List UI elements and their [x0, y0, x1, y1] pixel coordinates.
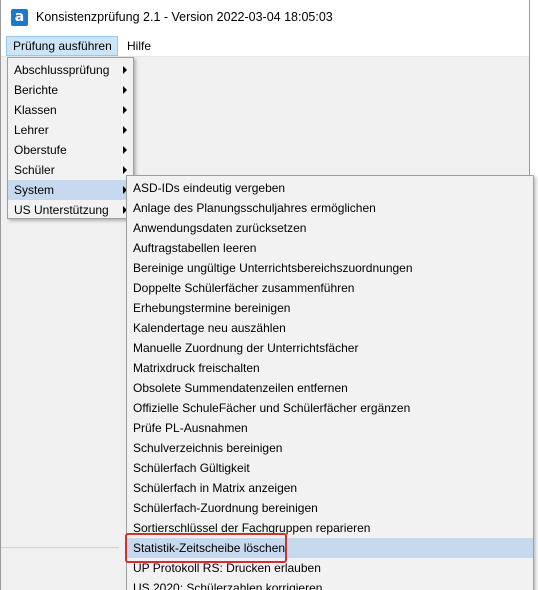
menu-item-label: System: [14, 183, 55, 197]
submenu-item[interactable]: Sortierschlüssel der Fachgruppen reparie…: [127, 518, 533, 538]
app-logo-icon: a: [11, 9, 28, 26]
menu-item-label: Abschlussprüfung: [14, 63, 110, 77]
menu-item-label: Schüler: [14, 163, 55, 177]
submenu-item[interactable]: Schülerfach-Zuordnung bereinigen: [127, 498, 533, 518]
menu-item-us-unterstuetzung[interactable]: US Unterstützung: [8, 200, 133, 220]
screen: a Konsistenzprüfung 2.1 - Version 2022-0…: [0, 0, 538, 590]
submenu-item[interactable]: Anlage des Planungsschuljahres ermöglich…: [127, 198, 533, 218]
submenu-item[interactable]: Obsolete Summendatenzeilen entfernen: [127, 378, 533, 398]
menu-item-label: Oberstufe: [14, 143, 67, 157]
submenu-arrow-icon: [123, 126, 127, 134]
title-bar: a Konsistenzprüfung 2.1 - Version 2022-0…: [1, 0, 529, 34]
status-panel: [1, 547, 119, 590]
menu-item-label: Klassen: [14, 103, 57, 117]
menu-item-label: Berichte: [14, 83, 59, 97]
main-dropdown-menu: Abschlussprüfung Berichte Klassen Lehrer…: [7, 57, 134, 219]
submenu-item[interactable]: Manuelle Zuordnung der Unterrichtsfächer: [127, 338, 533, 358]
submenu-arrow-icon: [123, 146, 127, 154]
menu-bar: Prüfung ausführen Hilfe: [1, 36, 529, 57]
menu-item-abschlusspruefung[interactable]: Abschlussprüfung: [8, 60, 133, 80]
submenu-item[interactable]: Schülerfach in Matrix anzeigen: [127, 478, 533, 498]
menu-item-system[interactable]: System: [8, 180, 133, 200]
submenu-item[interactable]: Erhebungstermine bereinigen: [127, 298, 533, 318]
submenu-item[interactable]: Prüfe PL-Ausnahmen: [127, 418, 533, 438]
submenu-item[interactable]: Matrixdruck freischalten: [127, 358, 533, 378]
submenu-arrow-icon: [123, 66, 127, 74]
menu-item-schueler[interactable]: Schüler: [8, 160, 133, 180]
submenu-arrow-icon: [123, 86, 127, 94]
menu-item-klassen[interactable]: Klassen: [8, 100, 133, 120]
submenu-item[interactable]: US 2020: Schülerzahlen korrigieren: [127, 578, 533, 590]
menu-item-oberstufe[interactable]: Oberstufe: [8, 140, 133, 160]
submenu-item-statistik-zeitscheibe-loeschen[interactable]: Statistik-Zeitscheibe löschen: [127, 538, 533, 558]
submenu-item[interactable]: Kalendertage neu auszählen: [127, 318, 533, 338]
submenu-item[interactable]: Auftragstabellen leeren: [127, 238, 533, 258]
submenu-item[interactable]: Offizielle SchuleFächer und Schülerfäche…: [127, 398, 533, 418]
menu-item-label: Lehrer: [14, 123, 49, 137]
submenu-item[interactable]: Bereinige ungültige Unterrichtsbereichsz…: [127, 258, 533, 278]
submenu-arrow-icon: [123, 106, 127, 114]
submenu-item[interactable]: ASD-IDs eindeutig vergeben: [127, 178, 533, 198]
submenu-item[interactable]: Schulverzeichnis bereinigen: [127, 438, 533, 458]
submenu-item[interactable]: Schülerfach Gültigkeit: [127, 458, 533, 478]
window-title: Konsistenzprüfung 2.1 - Version 2022-03-…: [36, 10, 333, 24]
menu-item-label: US Unterstützung: [14, 203, 109, 217]
menu-item-berichte[interactable]: Berichte: [8, 80, 133, 100]
menu-item-lehrer[interactable]: Lehrer: [8, 120, 133, 140]
submenu-item[interactable]: Doppelte Schülerfächer zusammenführen: [127, 278, 533, 298]
submenu-item[interactable]: Anwendungsdaten zurücksetzen: [127, 218, 533, 238]
system-submenu: ASD-IDs eindeutig vergeben Anlage des Pl…: [126, 175, 534, 590]
menu-pruefung-ausfuehren[interactable]: Prüfung ausführen: [6, 36, 118, 56]
menu-hilfe[interactable]: Hilfe: [121, 36, 157, 56]
submenu-item[interactable]: UP Protokoll RS: Drucken erlauben: [127, 558, 533, 578]
submenu-arrow-icon: [123, 166, 127, 174]
